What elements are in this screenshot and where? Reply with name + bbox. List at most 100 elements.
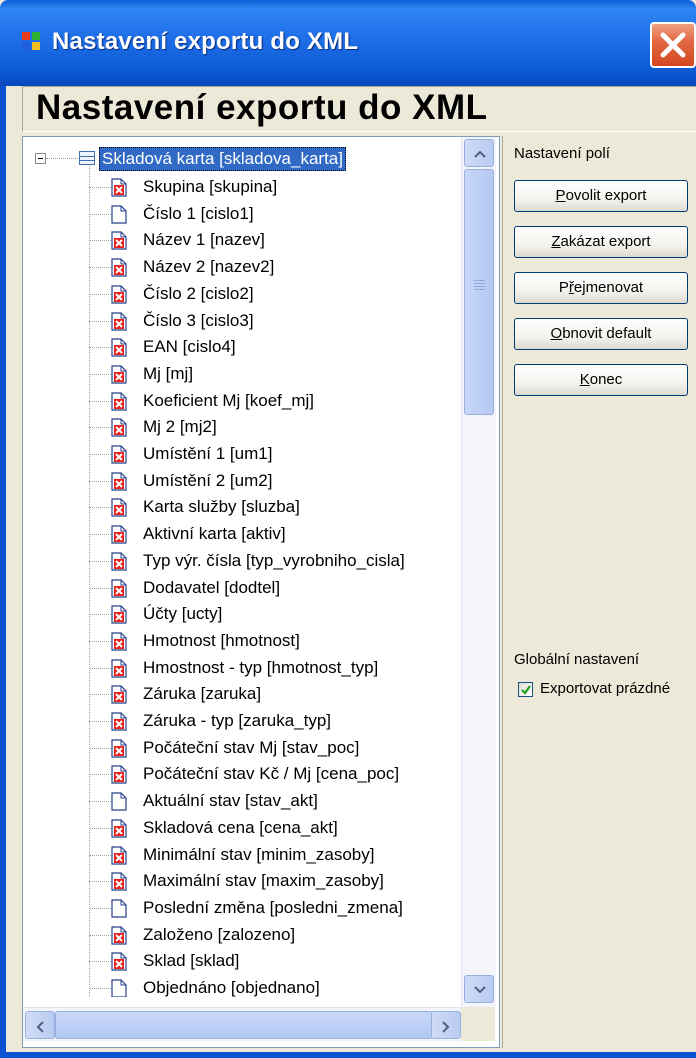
chevron-up-icon [474, 150, 486, 158]
tree-item[interactable]: Číslo 3 [cislo3] [23, 308, 463, 335]
tree-guide-line [89, 667, 111, 669]
tree-item-label: Záruka [zaruka] [143, 684, 262, 704]
close-icon [660, 32, 686, 58]
tree-guide-line [89, 454, 111, 455]
tree-item[interactable]: Minimální stav [minim_zasoby] [23, 842, 463, 869]
tree-guide-line [89, 240, 111, 242]
tree-item[interactable]: Koeficient Mj [koef_mj] [23, 388, 463, 415]
button-accelerator-key: Z [551, 233, 561, 250]
tree-item-label: Hmostnost - typ [hmotnost_typ] [143, 657, 379, 677]
tree-item-label: Dodavatel [dodtel] [143, 577, 281, 597]
document-disabled-icon [111, 365, 127, 384]
tree-item[interactable]: Mj [mj] [23, 361, 463, 388]
document-disabled-icon [111, 178, 127, 197]
tree-item[interactable]: Objednáno [objednano] [23, 975, 463, 997]
button-accelerator-key: P [555, 187, 566, 204]
tree-item[interactable]: Umístění 2 [um2] [23, 468, 463, 495]
enable-export-button[interactable]: Povolit export [514, 180, 688, 212]
vertical-scrollbar[interactable] [461, 137, 496, 1007]
export-empty-checkbox[interactable] [518, 682, 533, 697]
tree-item-label: Mj 2 [mj2] [143, 417, 217, 437]
tree-item[interactable]: Číslo 1 [cislo1] [23, 201, 463, 228]
tree-guide-line [89, 988, 111, 989]
document-disabled-icon [111, 472, 127, 491]
tree-item[interactable]: Dodavatel [dodtel] [23, 575, 463, 602]
chevron-left-icon [36, 1021, 44, 1033]
tree-item[interactable]: Založeno [zalozeno] [23, 922, 463, 949]
tree-guide-line [89, 774, 111, 776]
rename-button[interactable]: Přejmenovat [514, 272, 688, 304]
button-label-prefix: P [558, 279, 569, 296]
horizontal-scroll-thumb[interactable] [55, 1011, 433, 1039]
tree-item[interactable]: Typ výr. čísla [typ_vyrobniho_cisla] [23, 548, 463, 575]
tree-item[interactable]: Umístění 1 [um1] [23, 441, 463, 468]
tree-item[interactable]: Skladová cena [cena_akt] [23, 815, 463, 842]
tree-item[interactable]: Mj 2 [mj2] [23, 414, 463, 441]
tree-item-label: Mj [mj] [143, 363, 194, 383]
tree-item[interactable]: Název 1 [nazev] [23, 227, 463, 254]
tree-item-label: Záruka - typ [zaruka_typ] [143, 711, 332, 730]
scroll-left-button[interactable] [25, 1011, 55, 1039]
window-frame-left [0, 86, 6, 1058]
tree-guide-line [89, 480, 111, 482]
tree-item[interactable]: Záruka - typ [zaruka_typ] [23, 708, 463, 735]
document-disabled-icon [111, 845, 127, 865]
title-bar[interactable]: Nastavení exportu do XML [0, 0, 696, 86]
tree-root[interactable]: Skladová karta [skladova_karta] [23, 147, 463, 174]
scroll-up-button[interactable] [464, 139, 494, 167]
tree-item[interactable]: Hmotnost [hmotnost] [23, 628, 463, 655]
export-empty-label[interactable]: Exportovat prázdné [540, 680, 670, 697]
tree-item-label: Číslo 2 [cislo2] [143, 283, 254, 303]
tree-item[interactable]: Číslo 2 [cislo2] [23, 281, 463, 308]
app-icon [22, 32, 42, 52]
tree-item-label: Skladová cena [cena_akt] [143, 817, 338, 837]
document-disabled-icon [111, 658, 127, 678]
fields-section-label: Nastavení polí [514, 145, 610, 162]
tree-item-label: Hmotnost [hmotnost] [143, 630, 300, 650]
scroll-right-button[interactable] [431, 1011, 461, 1039]
tree-item[interactable]: Účty [ucty] [23, 601, 463, 628]
tree-item-label: EAN [cislo4] [143, 337, 236, 357]
tree-item-label: Založeno [zalozeno] [143, 924, 296, 944]
collapse-icon[interactable] [35, 153, 46, 164]
close-button[interactable] [650, 22, 696, 68]
tree-guide-line [89, 347, 111, 349]
button-label-suffix: onec [589, 371, 623, 388]
tree-item[interactable]: Hmostnost - typ [hmotnost_typ] [23, 655, 463, 682]
document-disabled-icon [111, 285, 127, 304]
vertical-scroll-thumb[interactable] [464, 169, 494, 415]
tree-guide-line [89, 534, 111, 536]
document-disabled-icon [111, 525, 127, 544]
tree-item[interactable]: Aktuální stav [stav_akt] [23, 788, 463, 815]
tree-item[interactable]: Maximální stav [maxim_zasoby] [23, 868, 463, 895]
tree-item[interactable]: EAN [cislo4] [23, 334, 463, 361]
tree-guide-line [89, 320, 111, 322]
tree-guide-line [89, 187, 111, 188]
field-tree[interactable]: Skladová karta [skladova_karta] Skupina … [23, 137, 463, 997]
tree-item[interactable]: Název 2 [nazev2] [23, 254, 463, 281]
tree-item-label: Objednáno [objednano] [143, 978, 320, 997]
tree-guide-line [89, 560, 111, 562]
restore-default-button[interactable]: Obnovit default [514, 318, 688, 350]
tree-item[interactable]: Počáteční stav Mj [stav_poc] [23, 735, 463, 762]
tree-item[interactable]: Aktivní karta [aktiv] [23, 521, 463, 548]
disable-export-button[interactable]: Zakázat export [514, 226, 688, 258]
horizontal-scrollbar[interactable] [23, 1007, 463, 1042]
tree-item[interactable]: Poslední změna [posledni_zmena] [23, 895, 463, 922]
tree-item[interactable]: Sklad [sklad] [23, 948, 463, 975]
tree-item[interactable]: Záruka [zaruka] [23, 681, 463, 708]
tree-item[interactable]: Skupina [skupina] [23, 174, 463, 201]
tree-guide-line [89, 694, 111, 696]
document-disabled-icon [111, 338, 127, 357]
document-disabled-icon [111, 685, 127, 704]
tree-item-label: Koeficient Mj [koef_mj] [143, 390, 315, 410]
tree-guide-line [89, 934, 111, 936]
scroll-down-button[interactable] [464, 975, 494, 1003]
tree-item[interactable]: Počáteční stav Kč / Mj [cena_poc] [23, 761, 463, 788]
tree-item[interactable]: Karta služby [sluzba] [23, 494, 463, 521]
chevron-right-icon [442, 1021, 450, 1033]
document-disabled-icon [111, 819, 127, 838]
tree-guide-line [89, 614, 111, 616]
tree-guide-line [89, 587, 111, 589]
close-dialog-button[interactable]: Konec [514, 364, 688, 396]
